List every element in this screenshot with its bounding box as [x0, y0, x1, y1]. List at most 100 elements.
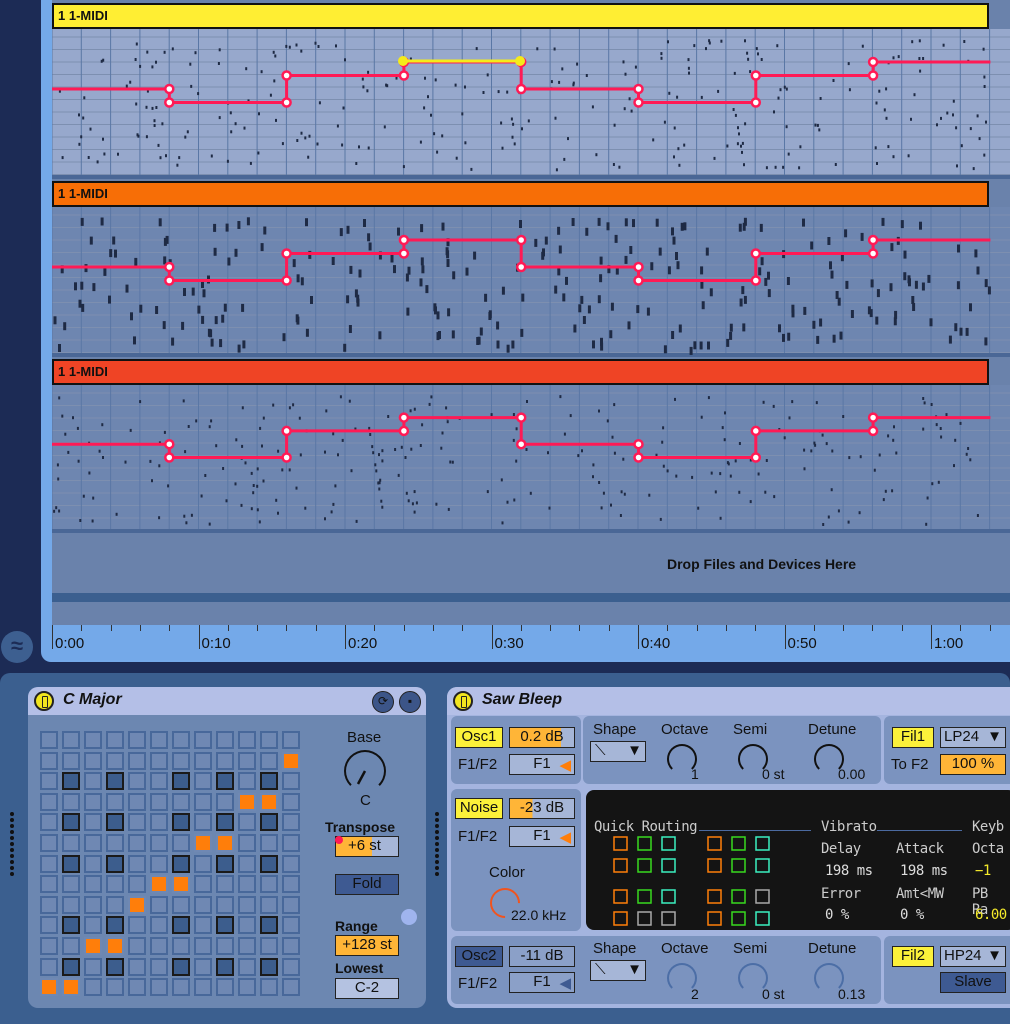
scale-cell[interactable]	[128, 937, 146, 955]
scale-cell[interactable]	[194, 854, 212, 873]
scale-cell[interactable]	[194, 916, 212, 935]
osc2-level[interactable]: -11 dB	[509, 946, 575, 967]
scale-cell[interactable]	[172, 937, 190, 955]
scale-cell[interactable]	[106, 916, 124, 935]
scale-cell[interactable]	[194, 751, 212, 770]
fil2-toggle[interactable]: Fil2	[892, 946, 934, 967]
scale-cell[interactable]	[150, 772, 168, 791]
fil1-type-select[interactable]: LP24 ▼	[940, 727, 1006, 748]
scale-cell[interactable]	[106, 957, 124, 976]
scale-cell[interactable]	[194, 792, 212, 811]
scale-cell[interactable]	[40, 772, 58, 791]
osc1-routing-field[interactable]: F1 ◀	[509, 754, 575, 775]
scale-cell[interactable]	[216, 978, 234, 997]
scale-cell[interactable]	[238, 854, 256, 873]
scale-cell[interactable]	[106, 834, 124, 852]
scale-cell[interactable]	[216, 813, 234, 832]
clip-header-track-1[interactable]: 1 1-MIDI	[52, 3, 989, 29]
scale-cell[interactable]	[282, 813, 300, 832]
scale-cell[interactable]	[40, 978, 58, 997]
scale-cell[interactable]	[238, 957, 256, 976]
scale-cell[interactable]	[150, 834, 168, 852]
scale-cell[interactable]	[106, 978, 124, 997]
scale-cell[interactable]	[150, 875, 168, 894]
scale-cell[interactable]	[150, 937, 168, 955]
scale-cell[interactable]	[238, 813, 256, 832]
scale-cell[interactable]	[260, 772, 278, 791]
scale-cell[interactable]	[216, 875, 234, 894]
scale-cell[interactable]	[150, 813, 168, 832]
noise-toggle[interactable]: Noise	[455, 798, 503, 819]
scale-cell[interactable]	[106, 937, 124, 955]
device-power-button[interactable]	[453, 691, 473, 711]
scale-cell[interactable]	[128, 792, 146, 811]
scale-cell[interactable]	[282, 895, 300, 914]
scale-cell[interactable]	[238, 731, 256, 749]
scale-cell[interactable]	[238, 895, 256, 914]
vibrato-error-value[interactable]: 0 %	[825, 907, 849, 923]
osc2-toggle[interactable]: Osc2	[455, 946, 503, 967]
scale-cell[interactable]	[84, 895, 102, 914]
scale-cell[interactable]	[84, 772, 102, 791]
scale-cell[interactable]	[150, 751, 168, 770]
scale-cell[interactable]	[238, 937, 256, 955]
noise-routing-field[interactable]: F1 ◀	[509, 826, 575, 847]
scale-cell[interactable]	[150, 731, 168, 749]
scale-cell[interactable]	[62, 854, 80, 873]
scale-cell[interactable]	[150, 854, 168, 873]
range-field[interactable]: +128 st	[335, 935, 399, 956]
scale-cell[interactable]	[260, 895, 278, 914]
scale-cell[interactable]	[150, 916, 168, 935]
scale-cell[interactable]	[260, 978, 278, 997]
scale-cell[interactable]	[260, 875, 278, 894]
scale-cell[interactable]	[282, 792, 300, 811]
fold-button[interactable]: Fold	[335, 874, 399, 895]
fil2-type-select[interactable]: HP24 ▼	[940, 946, 1006, 967]
scale-cell[interactable]	[84, 731, 102, 749]
scale-cell[interactable]	[260, 937, 278, 955]
scale-cell[interactable]	[172, 895, 190, 914]
scale-cell[interactable]	[172, 751, 190, 770]
scale-cell[interactable]	[84, 792, 102, 811]
pitchbend-range-value[interactable]: 6.00	[975, 907, 1007, 923]
scale-cell[interactable]	[238, 792, 256, 811]
scale-cell[interactable]	[172, 978, 190, 997]
scale-cell[interactable]	[40, 813, 58, 832]
scale-cell[interactable]	[172, 916, 190, 935]
vibrato-amt-value[interactable]: 0 %	[900, 907, 924, 923]
scale-cell[interactable]	[84, 834, 102, 852]
scale-cell[interactable]	[40, 731, 58, 749]
scale-cell[interactable]	[128, 772, 146, 791]
scale-cell[interactable]	[194, 834, 212, 852]
scale-cell[interactable]	[172, 854, 190, 873]
noise-level[interactable]: -23 dB	[509, 798, 575, 819]
scale-cell[interactable]	[84, 957, 102, 976]
scale-cell[interactable]	[128, 854, 146, 873]
lowest-field[interactable]: C-2	[335, 978, 399, 999]
scale-cell[interactable]	[40, 834, 58, 852]
scale-cell[interactable]	[106, 792, 124, 811]
scale-cell[interactable]	[194, 937, 212, 955]
scale-cell[interactable]	[238, 978, 256, 997]
scale-cell[interactable]	[128, 834, 146, 852]
scale-cell[interactable]	[216, 957, 234, 976]
scale-cell[interactable]	[194, 772, 212, 791]
routing-diagrams[interactable]	[586, 790, 786, 930]
vibrato-attack-value[interactable]: 198 ms	[900, 863, 948, 879]
osc1-shape-select[interactable]: ⟍ ▼	[590, 741, 646, 762]
scale-cell[interactable]	[216, 834, 234, 852]
scale-cell[interactable]	[40, 792, 58, 811]
transpose-field[interactable]: +6 st	[335, 836, 399, 857]
approx-icon[interactable]: ≈	[1, 631, 33, 663]
scale-cell[interactable]	[282, 854, 300, 873]
scale-cell[interactable]	[172, 875, 190, 894]
clip-header-track-3[interactable]: 1 1-MIDI	[52, 359, 989, 385]
scale-cell[interactable]	[106, 751, 124, 770]
scale-cell[interactable]	[62, 978, 80, 997]
scale-cell[interactable]	[40, 854, 58, 873]
scale-cell[interactable]	[282, 751, 300, 770]
scale-cell[interactable]	[62, 751, 80, 770]
scale-cell[interactable]	[128, 978, 146, 997]
scale-cell[interactable]	[62, 813, 80, 832]
scale-cell[interactable]	[216, 792, 234, 811]
